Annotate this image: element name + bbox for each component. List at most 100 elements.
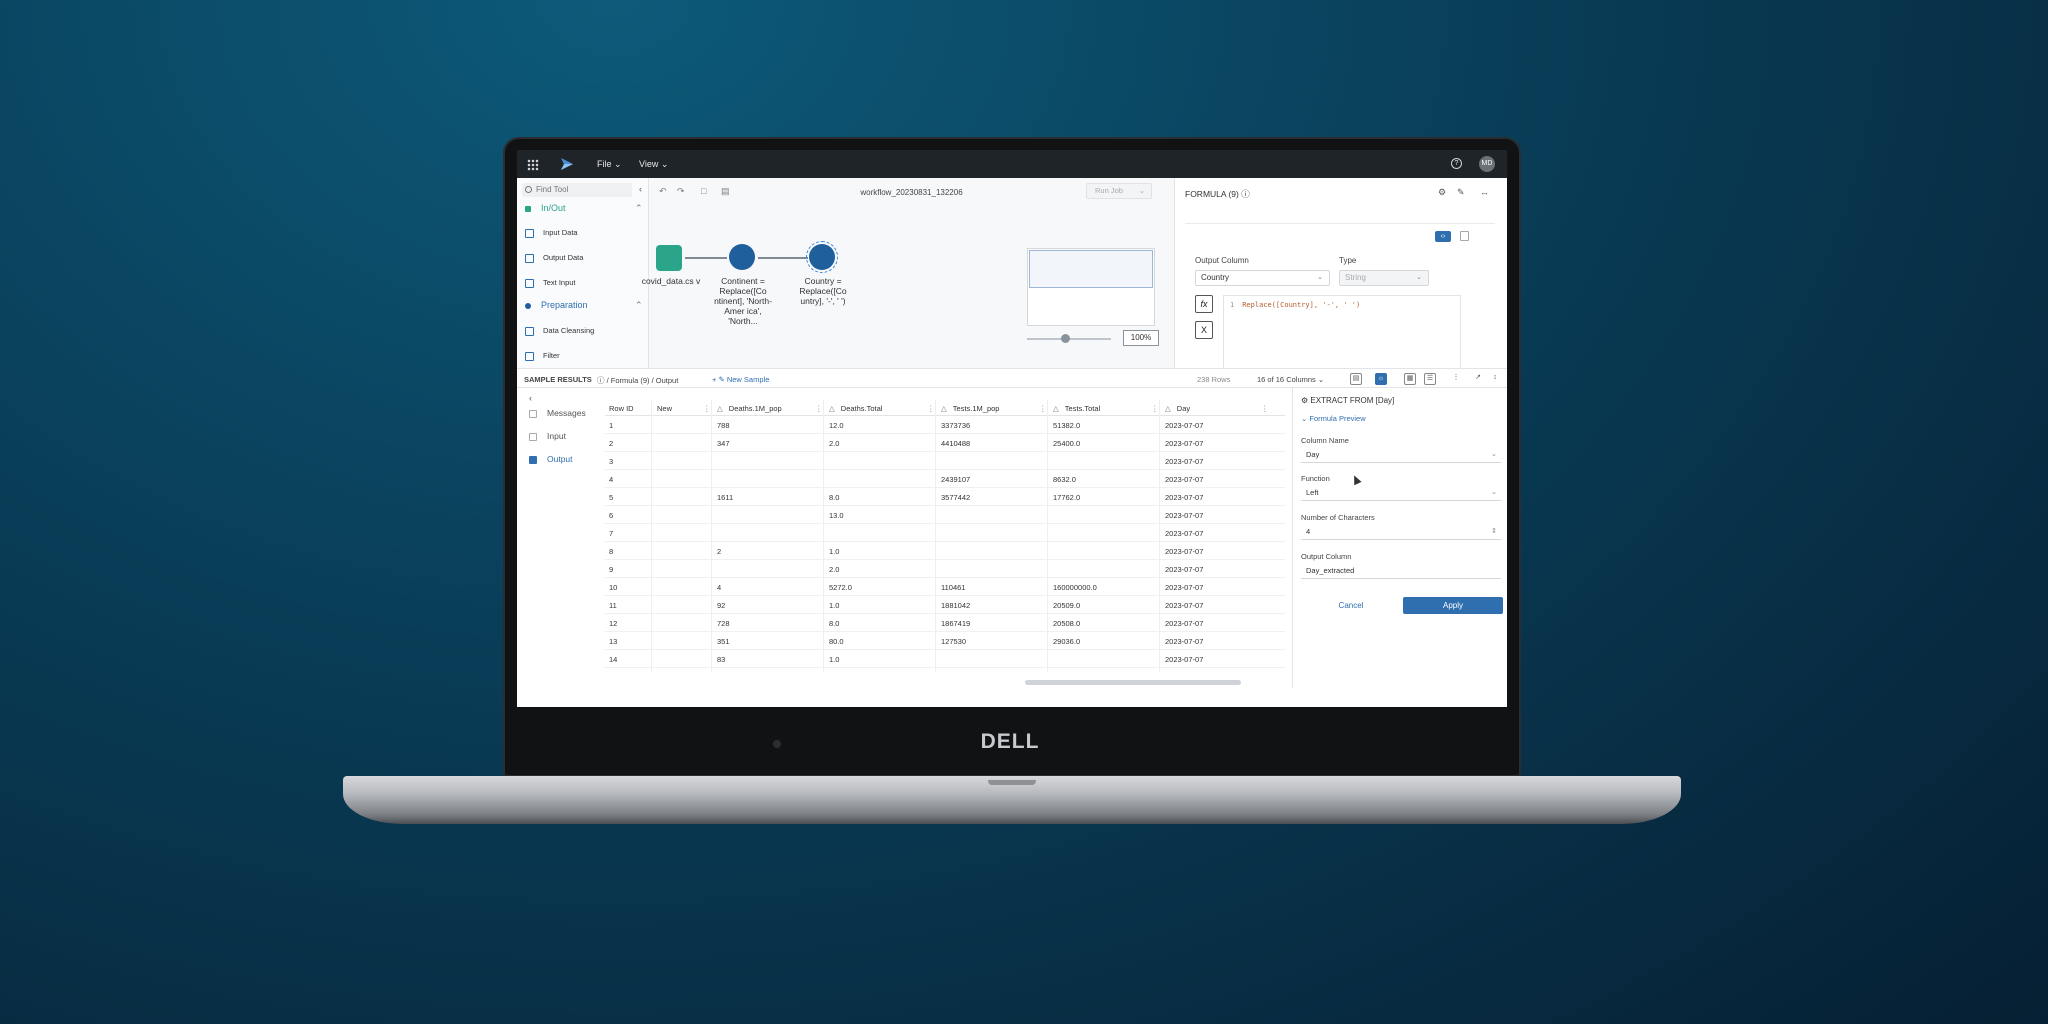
table-cell: 2.0: [829, 439, 840, 448]
link-icon[interactable]: ✎: [1457, 187, 1465, 198]
results-breadcrumb: ⓘ / Formula (9) / Output: [597, 376, 679, 385]
settings-icon[interactable]: ⚙: [1438, 187, 1446, 198]
table-row[interactable]: 10 4 5272.0 110461 160000000.0 2023-07-07: [605, 578, 1285, 596]
delete-icon[interactable]: [1460, 231, 1469, 241]
column-header[interactable]: △ Day ⋮: [1165, 404, 1269, 413]
table-cell: 80.0: [829, 637, 844, 646]
column-header[interactable]: Row ID: [609, 404, 634, 413]
table-cell: 1611: [717, 493, 734, 502]
code-toggle-button[interactable]: ‹›: [1435, 231, 1451, 242]
table-row[interactable]: 3 2023-07-07: [605, 452, 1285, 470]
apply-button[interactable]: Apply: [1403, 597, 1503, 614]
clear-formula-button[interactable]: X: [1195, 321, 1213, 339]
column-header[interactable]: △ Tests.1M_pop ⋮: [941, 404, 1047, 413]
cancel-button[interactable]: Cancel: [1301, 598, 1401, 614]
function-button[interactable]: fx: [1195, 295, 1213, 313]
menu-view[interactable]: View ⌄: [639, 159, 668, 170]
node-label-country: Country = Replace([Co untry], '-', ' '): [799, 276, 847, 306]
table-row[interactable]: 13 351 80.0 127530 29036.0 2023-07-07: [605, 632, 1285, 650]
tool-input-data[interactable]: Input Data: [525, 228, 578, 238]
table-row[interactable]: 12 728 8.0 1867419 20508.0 2023-07-07: [605, 614, 1285, 632]
tool-filter[interactable]: Filter: [525, 351, 560, 361]
table-cell: 6: [609, 511, 614, 520]
minimap[interactable]: [1027, 248, 1155, 326]
find-tool-input[interactable]: Find Tool: [522, 183, 632, 197]
horizontal-scrollbar[interactable]: [1025, 680, 1241, 685]
nav-output[interactable]: Output: [529, 454, 573, 464]
section-in-out[interactable]: In/Out ⌃: [525, 203, 643, 213]
num-chars-input[interactable]: 4 ⇕: [1301, 525, 1501, 540]
column-header[interactable]: △ Deaths.Total ⋮: [829, 404, 935, 413]
column-menu-icon[interactable]: ⋮: [1261, 404, 1269, 413]
output-data-icon: [525, 253, 534, 263]
table-cell: 3373736: [941, 421, 971, 430]
tool-data-cleansing[interactable]: Data Cleansing: [525, 326, 594, 336]
app-logo-icon[interactable]: [559, 157, 575, 171]
workflow-canvas[interactable]: ↶ ↷ □ ▤ workflow_20230831_132206 Run Job…: [642, 178, 1174, 368]
column-selector[interactable]: 16 of 16 Columns ⌄: [1257, 375, 1324, 384]
avatar[interactable]: MD: [1479, 156, 1495, 172]
collapse-panel-icon[interactable]: ‹: [639, 184, 642, 194]
table-cell: 2023-07-07: [1165, 619, 1204, 628]
column-menu-icon[interactable]: ⋮: [703, 404, 711, 413]
list-view-icon[interactable]: ☰: [1424, 373, 1436, 385]
zoom-slider-handle[interactable]: [1061, 334, 1070, 343]
zoom-level[interactable]: 100%: [1123, 330, 1159, 346]
help-icon[interactable]: ?: [1451, 158, 1462, 169]
column-header-label: New: [657, 404, 673, 413]
table-cell: 2023-07-07: [1165, 565, 1204, 574]
filter-icon: [525, 351, 534, 361]
run-job-button[interactable]: Run Job ⌄: [1086, 183, 1152, 199]
minimap-viewport[interactable]: [1029, 250, 1153, 288]
column-name-select[interactable]: Day ⌄: [1301, 448, 1501, 463]
table-row[interactable]: 8 2 1.0 2023-07-07: [605, 542, 1285, 560]
column-header[interactable]: New ⋮: [657, 404, 711, 413]
app-grid-icon[interactable]: [527, 159, 539, 171]
table-row[interactable]: 1 788 12.0 3373736 51382.0 2023-07-07: [605, 416, 1285, 434]
column-menu-icon[interactable]: ⋮: [815, 404, 823, 413]
function-select[interactable]: Left ⌄: [1301, 486, 1501, 501]
profile-icon[interactable]: ▤: [1350, 373, 1362, 385]
menu-file[interactable]: File ⌄: [597, 159, 622, 170]
column-header[interactable]: △ Deaths.1M_pop ⋮: [717, 404, 823, 413]
resize-icon[interactable]: ↕: [1489, 373, 1501, 385]
open-external-icon[interactable]: ↗: [1472, 373, 1484, 385]
nav-input[interactable]: Input: [529, 431, 566, 441]
nav-messages[interactable]: Messages: [529, 408, 586, 418]
column-menu-icon[interactable]: ⋮: [1039, 404, 1047, 413]
expand-icon[interactable]: ↔: [1480, 187, 1489, 197]
table-row[interactable]: 7 2023-07-07: [605, 524, 1285, 542]
output-column-input[interactable]: Day_extracted: [1301, 564, 1501, 579]
section-preparation[interactable]: Preparation ⌃: [525, 300, 643, 310]
node-formula-country[interactable]: [806, 241, 838, 273]
table-row[interactable]: 11 92 1.0 1881042 20509.0 2023-07-07: [605, 596, 1285, 614]
column-header[interactable]: △ Tests.Total ⋮: [1053, 404, 1159, 413]
new-sample-button[interactable]: + ✎ New Sample: [712, 375, 769, 384]
tool-text-input[interactable]: Text Input: [525, 278, 576, 288]
output-column-label: Output Column: [1301, 552, 1352, 561]
table-cell: 2023-07-07: [1165, 457, 1204, 466]
column-menu-icon[interactable]: ⋮: [927, 404, 935, 413]
column-menu-icon[interactable]: ⋮: [1151, 404, 1159, 413]
table-row[interactable]: 9 2.0 2023-07-07: [605, 560, 1285, 578]
table-row[interactable]: 6 13.0 2023-07-07: [605, 506, 1285, 524]
table-cell: 4: [609, 475, 614, 484]
table-cell: 12: [609, 619, 618, 628]
node-input-data[interactable]: [656, 245, 682, 271]
grid-view-icon[interactable]: ▦: [1404, 373, 1416, 385]
table-cell: 51382.0: [1053, 421, 1081, 430]
output-column-select[interactable]: Country ⌄: [1195, 270, 1330, 286]
back-icon[interactable]: ‹: [529, 393, 532, 403]
chevron-up-icon: ⌃: [635, 203, 643, 213]
table-cell: 1881042: [941, 601, 971, 610]
table-row[interactable]: 2 347 2.0 4410488 25400.0 2023-07-07: [605, 434, 1285, 452]
tool-output-data[interactable]: Output Data: [525, 253, 583, 263]
table-row[interactable]: 4 2439107 8632.0 2023-07-07: [605, 470, 1285, 488]
formula-editor[interactable]: 1 Replace([Country], '-', ' '): [1223, 295, 1461, 375]
more-options-icon[interactable]: ⋮: [1450, 373, 1462, 385]
table-row[interactable]: 14 83 1.0 2023-07-07: [605, 650, 1285, 668]
formula-preview-toggle[interactable]: ⌄ Formula Preview: [1301, 414, 1366, 423]
node-formula-continent[interactable]: [729, 244, 755, 270]
suggestion-icon[interactable]: ☼: [1375, 373, 1387, 385]
table-row[interactable]: 5 1611 8.0 3577442 17762.0 2023-07-07: [605, 488, 1285, 506]
